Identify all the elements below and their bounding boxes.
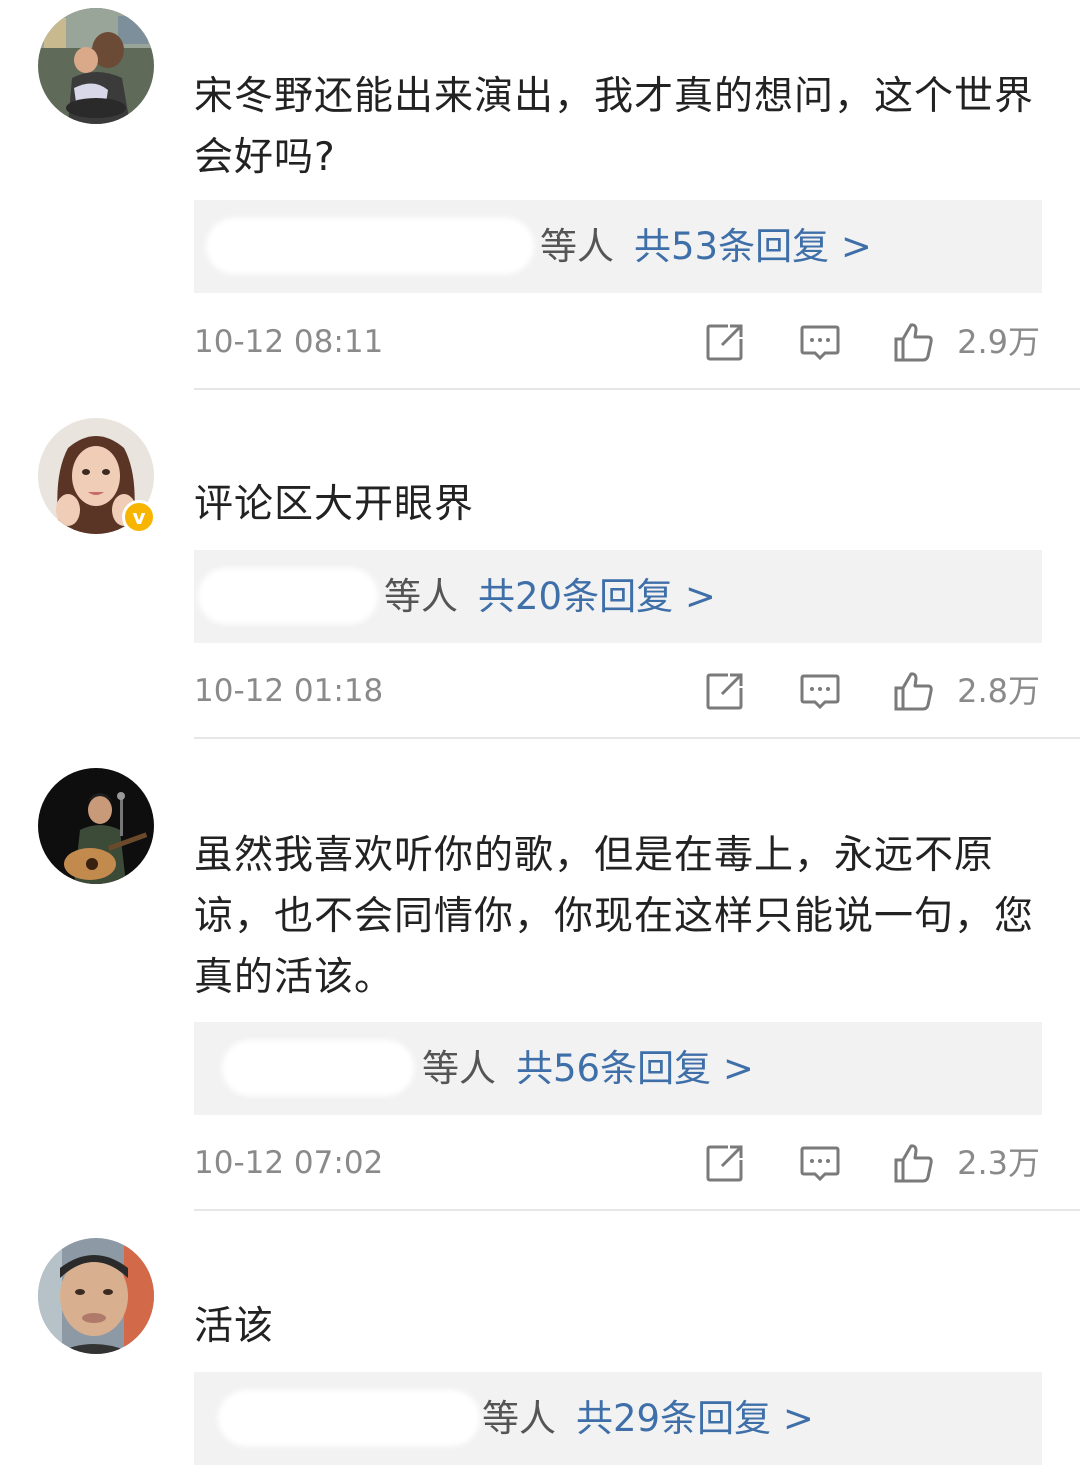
comment-item: 宋冬野还能出来演出，我才真的想问，这个世界会好吗? 等人 共53条回复 > 10-… xyxy=(0,0,1080,390)
avatar[interactable] xyxy=(38,8,154,124)
comment-meta: 10-12 01:18 2.8万 xyxy=(194,666,1042,716)
repost-icon[interactable] xyxy=(704,670,746,712)
comment-meta: 10-12 07:02 2.3万 xyxy=(194,1138,1042,1188)
redacted-reply-names xyxy=(198,568,378,624)
reply-summary-text: 等人 共29条回复 > xyxy=(482,1372,814,1465)
thumbs-up-icon[interactable] xyxy=(892,1142,934,1184)
timestamp: 10-12 01:18 xyxy=(194,673,384,709)
comment-item: 活该 等人 共29条回复 > xyxy=(0,1212,1080,1471)
thumbs-up-icon[interactable] xyxy=(892,321,934,363)
comment-icon[interactable] xyxy=(799,321,841,363)
timestamp: 10-12 08:11 xyxy=(194,324,384,360)
reply-summary-text: 等人 共20条回复 > xyxy=(384,550,716,643)
redacted-reply-names xyxy=(222,1040,414,1096)
reply-count-link[interactable]: 共56条回复 > xyxy=(516,1047,754,1090)
reply-summary[interactable]: 等人 共29条回复 > xyxy=(194,1372,1042,1465)
timestamp: 10-12 07:02 xyxy=(194,1145,384,1181)
comment-item: v 评论区大开眼界 等人 共20条回复 > 10-12 01:18 2.8万 xyxy=(0,390,1080,740)
comment-text: 虽然我喜欢听你的歌，但是在毒上，永远不原谅，也不会同情你，你现在这样只能说一句，… xyxy=(194,833,1035,1000)
thumbs-up-icon[interactable] xyxy=(892,670,934,712)
repost-icon[interactable] xyxy=(704,1142,746,1184)
comment-icon[interactable] xyxy=(799,670,841,712)
comment-text: 评论区大开眼界 xyxy=(194,482,475,527)
reply-count-link[interactable]: 共20条回复 > xyxy=(478,575,716,618)
reply-names-suffix: 等人 xyxy=(422,1047,496,1090)
like-count: 2.9万 xyxy=(957,323,1040,361)
reply-count-link[interactable]: 共29条回复 > xyxy=(576,1397,814,1440)
reply-summary[interactable]: 等人 共56条回复 > xyxy=(194,1022,1042,1115)
comment-icon[interactable] xyxy=(799,1142,841,1184)
divider xyxy=(194,737,1080,739)
reply-names-suffix: 等人 xyxy=(384,575,458,618)
reply-summary[interactable]: 等人 共53条回复 > xyxy=(194,200,1042,293)
reply-count-link[interactable]: 共53条回复 > xyxy=(634,225,872,268)
reply-summary-text: 等人 共53条回复 > xyxy=(540,200,872,293)
avatar[interactable] xyxy=(38,1238,154,1354)
comment-text: 宋冬野还能出来演出，我才真的想问，这个世界会好吗? xyxy=(194,74,1035,180)
divider xyxy=(194,1209,1080,1211)
reply-summary-text: 等人 共56条回复 > xyxy=(422,1022,754,1115)
redacted-reply-names xyxy=(218,1390,480,1446)
like-count: 2.3万 xyxy=(957,1144,1040,1182)
reply-names-suffix: 等人 xyxy=(482,1397,556,1440)
like-count: 2.8万 xyxy=(957,672,1040,710)
comment-text: 活该 xyxy=(194,1304,275,1349)
reply-names-suffix: 等人 xyxy=(540,225,614,268)
verified-badge: v xyxy=(122,500,156,534)
avatar[interactable] xyxy=(38,768,154,884)
comment-item: 虽然我喜欢听你的歌，但是在毒上，永远不原谅，也不会同情你，你现在这样只能说一句，… xyxy=(0,740,1080,1212)
comment-meta: 10-12 08:11 2.9万 xyxy=(194,317,1042,367)
repost-icon[interactable] xyxy=(704,321,746,363)
redacted-reply-names xyxy=(206,218,534,274)
reply-summary[interactable]: 等人 共20条回复 > xyxy=(194,550,1042,643)
